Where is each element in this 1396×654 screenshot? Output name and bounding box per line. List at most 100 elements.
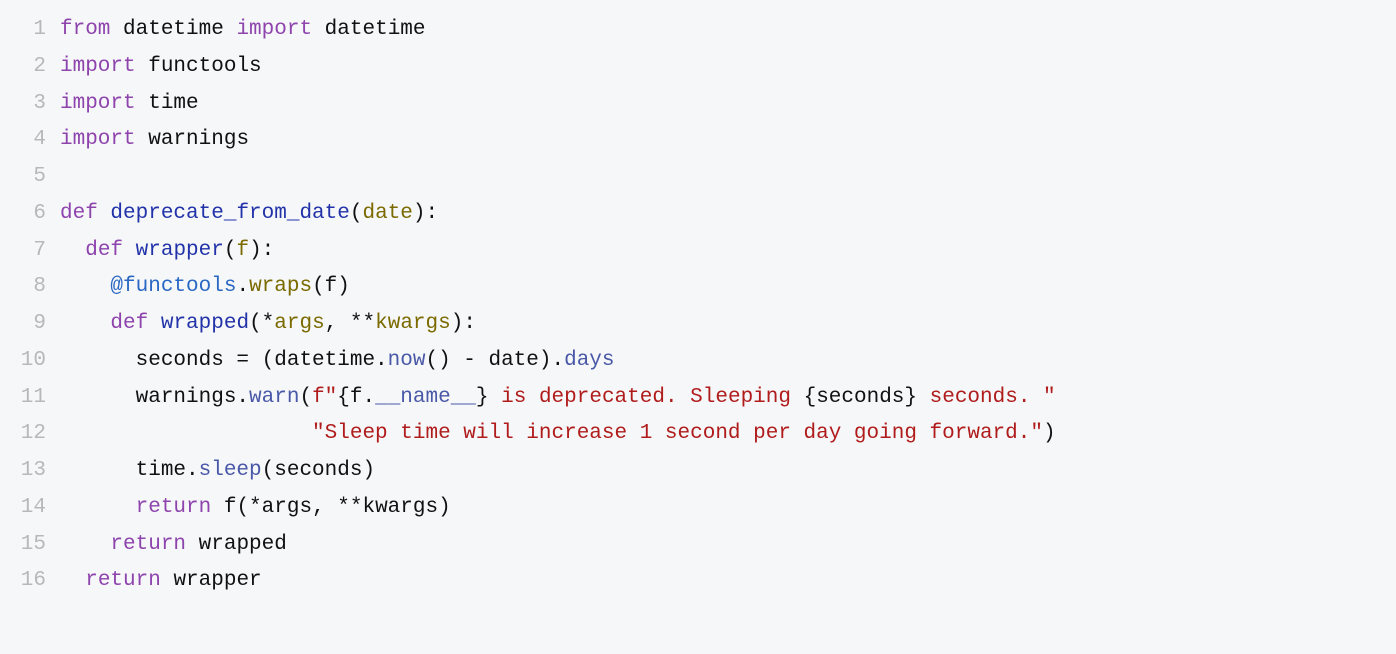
token-plain: time.	[60, 459, 199, 482]
line-number: 10	[8, 343, 60, 380]
token-param: date	[362, 202, 412, 225]
code-text: import warnings	[60, 122, 249, 159]
code-line: 4import warnings	[8, 122, 1388, 159]
token-plain: (	[299, 386, 312, 409]
line-number: 14	[8, 490, 60, 527]
line-number: 6	[8, 196, 60, 233]
token-param: f	[236, 239, 249, 262]
token-attr: sleep	[199, 459, 262, 482]
code-line: 5	[8, 159, 1388, 196]
token-param: kwargs	[375, 312, 451, 335]
token-plain: functools	[136, 55, 262, 78]
token-param: wraps	[249, 275, 312, 298]
token-kw: def	[60, 202, 98, 225]
code-text: seconds = (datetime.now() - date).days	[60, 343, 615, 380]
token-kw: def	[110, 312, 148, 335]
token-plain: f(*args, **kwargs)	[211, 496, 450, 519]
code-text: import functools	[60, 49, 262, 86]
token-plain	[60, 312, 110, 335]
code-text: time.sleep(seconds)	[60, 453, 375, 490]
token-fname: wrapped	[161, 312, 249, 335]
code-line: 16 return wrapper	[8, 563, 1388, 600]
token-attr: __name__	[375, 386, 476, 409]
token-plain: ):	[451, 312, 476, 335]
token-kw: from	[60, 18, 110, 41]
code-block: 1from datetime import datetime2import fu…	[0, 0, 1396, 620]
code-text: "Sleep time will increase 1 second per d…	[60, 416, 1056, 453]
code-line: 3import time	[8, 86, 1388, 123]
token-plain	[60, 533, 110, 556]
code-line: 6def deprecate_from_date(date):	[8, 196, 1388, 233]
token-plain	[148, 312, 161, 335]
token-plain: , **	[325, 312, 375, 335]
token-plain	[123, 239, 136, 262]
line-number: 9	[8, 306, 60, 343]
token-plain: (	[249, 312, 262, 335]
token-plain: .	[236, 275, 249, 298]
line-number: 7	[8, 233, 60, 270]
code-text: def wrapper(f):	[60, 233, 274, 270]
code-line: 15 return wrapped	[8, 527, 1388, 564]
token-plain: {f.	[337, 386, 375, 409]
code-text: return wrapper	[60, 563, 262, 600]
token-plain: (	[224, 239, 237, 262]
token-plain	[60, 496, 136, 519]
token-plain: seconds = (datetime.	[60, 349, 388, 372]
token-plain	[60, 422, 312, 445]
token-kw: return	[110, 533, 186, 556]
line-number: 1	[8, 12, 60, 49]
line-number: 16	[8, 563, 60, 600]
token-str: "Sleep time will increase 1 second per d…	[312, 422, 1043, 445]
code-line: 12 "Sleep time will increase 1 second pe…	[8, 416, 1388, 453]
token-plain: wrapper	[161, 569, 262, 592]
token-kw: import	[60, 128, 136, 151]
token-plain: warnings.	[60, 386, 249, 409]
token-plain: warnings	[136, 128, 249, 151]
code-text: return f(*args, **kwargs)	[60, 490, 451, 527]
token-fname: deprecate_from_date	[110, 202, 349, 225]
token-plain	[60, 275, 110, 298]
code-text: warnings.warn(f"{f.__name__} is deprecat…	[60, 380, 1056, 417]
line-number: 4	[8, 122, 60, 159]
token-plain: *	[262, 312, 275, 335]
line-number: 13	[8, 453, 60, 490]
token-plain: wrapped	[186, 533, 287, 556]
token-plain: {seconds}	[804, 386, 917, 409]
code-text: from datetime import datetime	[60, 12, 426, 49]
token-fname: wrapper	[136, 239, 224, 262]
line-number: 11	[8, 380, 60, 417]
token-kw: return	[85, 569, 161, 592]
code-line: 10 seconds = (datetime.now() - date).day…	[8, 343, 1388, 380]
token-str: is deprecated. Sleeping	[489, 386, 804, 409]
code-text: import time	[60, 86, 199, 123]
token-param: args	[274, 312, 324, 335]
token-plain: )	[1043, 422, 1056, 445]
token-kw: def	[85, 239, 123, 262]
token-plain: ):	[413, 202, 438, 225]
token-attr: days	[564, 349, 614, 372]
token-plain: (f)	[312, 275, 350, 298]
token-plain: datetime	[312, 18, 425, 41]
code-text: @functools.wraps(f)	[60, 269, 350, 306]
code-line: 8 @functools.wraps(f)	[8, 269, 1388, 306]
code-line: 11 warnings.warn(f"{f.__name__} is depre…	[8, 380, 1388, 417]
line-number: 3	[8, 86, 60, 123]
token-kw: import	[60, 55, 136, 78]
line-number: 12	[8, 416, 60, 453]
token-str: f"	[312, 386, 337, 409]
code-line: 9 def wrapped(*args, **kwargs):	[8, 306, 1388, 343]
token-attr: warn	[249, 386, 299, 409]
token-plain: datetime	[110, 18, 236, 41]
line-number: 2	[8, 49, 60, 86]
token-plain: () - date).	[425, 349, 564, 372]
line-number: 5	[8, 159, 60, 196]
code-text: def deprecate_from_date(date):	[60, 196, 438, 233]
token-plain	[60, 239, 85, 262]
token-plain: }	[476, 386, 489, 409]
token-attr: now	[388, 349, 426, 372]
code-line: 14 return f(*args, **kwargs)	[8, 490, 1388, 527]
code-text: return wrapped	[60, 527, 287, 564]
token-kw: import	[60, 92, 136, 115]
token-plain	[60, 569, 85, 592]
token-plain: ):	[249, 239, 274, 262]
